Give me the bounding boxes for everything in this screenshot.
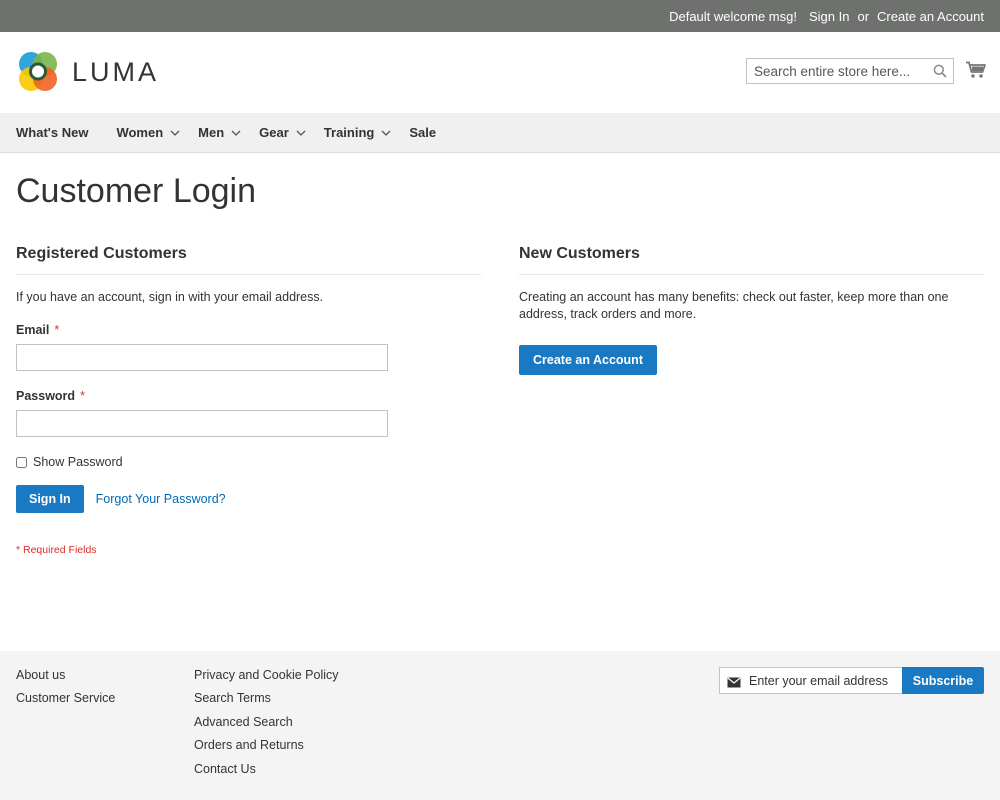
newsletter-box[interactable] [719, 667, 903, 694]
cart-icon[interactable] [965, 61, 987, 84]
nav-item-women[interactable]: Women [116, 125, 180, 140]
required-asterisk: * [80, 389, 85, 403]
footer-link-search-terms[interactable]: Search Terms [194, 691, 271, 705]
envelope-icon [727, 675, 741, 693]
required-fields-note: * Required Fields [16, 544, 97, 556]
nav-label: Training [323, 125, 375, 140]
search-icon[interactable] [933, 64, 947, 83]
forgot-password-link[interactable]: Forgot Your Password? [96, 492, 226, 506]
nav-label: Gear [259, 125, 289, 140]
password-label-text: Password [16, 389, 76, 403]
subscribe-button[interactable]: Subscribe [902, 667, 984, 694]
footer-link-advanced-search[interactable]: Advanced Search [194, 715, 293, 729]
required-asterisk: * [54, 323, 60, 337]
show-password-option[interactable]: Show Password [16, 455, 481, 469]
nav-label: Sale [409, 125, 437, 140]
password-field[interactable] [16, 410, 388, 437]
show-password-checkbox[interactable] [16, 456, 27, 468]
login-intro-text: If you have an account, sign in with you… [16, 290, 324, 304]
nav-label: Men [198, 125, 225, 140]
email-label-text: Email [16, 323, 50, 337]
chevron-down-icon [381, 130, 391, 136]
footer-link-privacy[interactable]: Privacy and Cookie Policy [194, 668, 339, 682]
sign-in-button[interactable]: Sign In [16, 485, 84, 513]
nav-item-gear[interactable]: Gear [259, 125, 306, 140]
nav-item-sale[interactable]: Sale [409, 125, 436, 140]
footer-links-col1: About us Customer Service [16, 668, 115, 715]
nav-label: What's New [16, 125, 89, 140]
luma-logo-icon [16, 50, 60, 94]
login-actions: Sign In Forgot Your Password? [16, 485, 481, 513]
logo-text: LUMA [72, 56, 160, 87]
create-account-link[interactable]: Create an Account [877, 9, 984, 24]
footer-link-about-us[interactable]: About us [16, 668, 65, 682]
main-navigation: What's New Women Men Gear Training Sale [0, 113, 1000, 153]
search-box[interactable] [746, 58, 954, 84]
top-bar: Default welcome msg! Sign In or Create a… [0, 0, 1000, 32]
page-title: Customer Login [16, 172, 257, 210]
chevron-down-icon [231, 130, 241, 136]
password-label: Password * [16, 389, 481, 403]
footer-link-orders-returns[interactable]: Orders and Returns [194, 738, 304, 752]
newsletter-email-input[interactable] [749, 671, 899, 690]
footer-links-col2: Privacy and Cookie Policy Search Terms A… [194, 668, 339, 785]
nav-item-whats-new[interactable]: What's New [16, 125, 88, 140]
new-customers-title: New Customers [519, 245, 984, 275]
footer-link-customer-service[interactable]: Customer Service [16, 691, 115, 705]
registered-customers-block: Registered Customers If you have an acco… [16, 245, 481, 556]
footer: About us Customer Service Privacy and Co… [0, 651, 1000, 800]
logo[interactable]: LUMA [16, 50, 159, 94]
nav-item-men[interactable]: Men [198, 125, 241, 140]
nav-label: Women [116, 125, 164, 140]
footer-link-contact-us[interactable]: Contact Us [194, 762, 256, 776]
sign-in-link[interactable]: Sign In [809, 9, 849, 24]
create-account-button[interactable]: Create an Account [519, 345, 657, 375]
chevron-down-icon [296, 130, 306, 136]
search-input[interactable] [747, 59, 932, 83]
email-field[interactable] [16, 344, 388, 371]
chevron-down-icon [170, 130, 180, 136]
welcome-message: Default welcome msg! [669, 8, 797, 24]
or-text: or [857, 8, 870, 24]
nav-item-training[interactable]: Training [324, 125, 392, 140]
new-customers-block: New Customers Creating an account has ma… [519, 245, 984, 375]
show-password-label: Show Password [33, 455, 123, 469]
new-customers-text: Creating an account has many benefits: c… [519, 290, 949, 321]
email-label: Email * [16, 323, 481, 337]
registered-customers-title: Registered Customers [16, 245, 481, 275]
